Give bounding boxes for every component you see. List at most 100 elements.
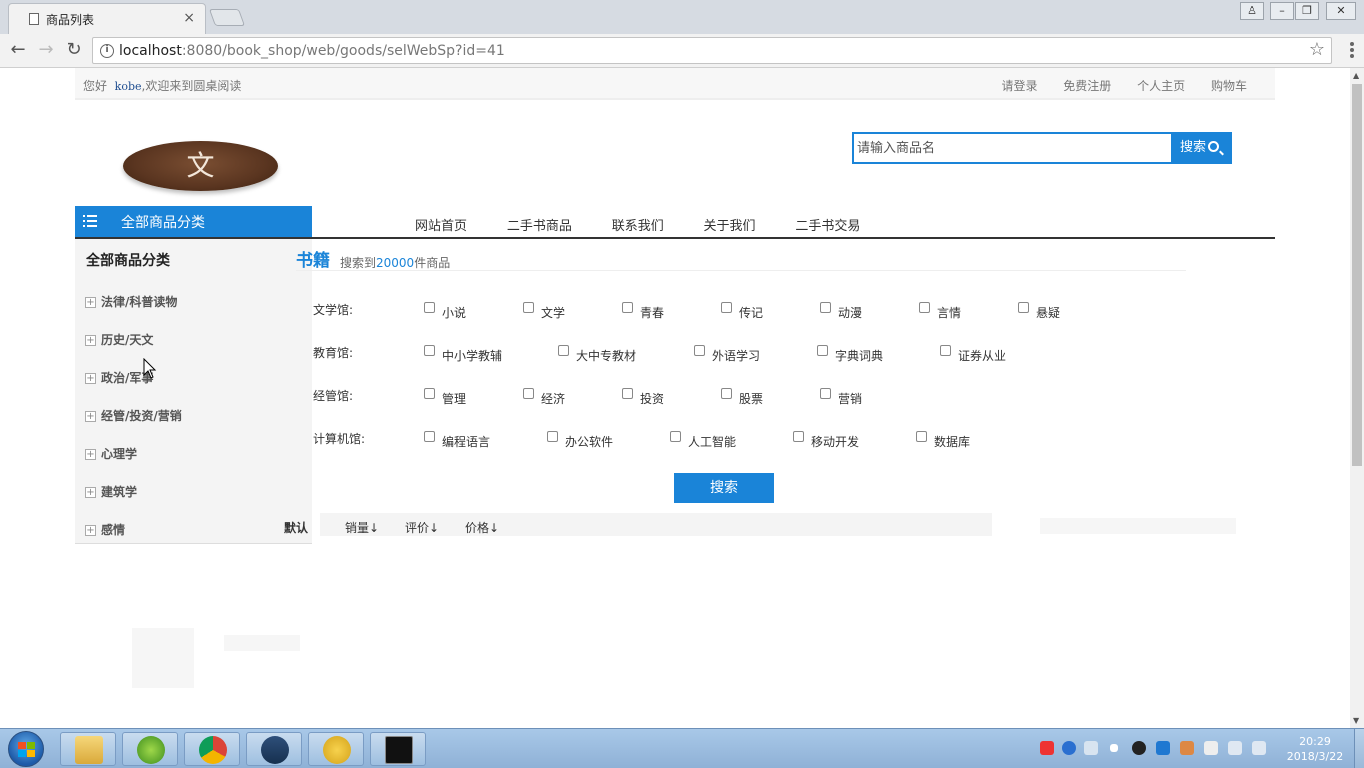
reload-icon[interactable]: ↻ (62, 39, 86, 60)
checkbox[interactable] (916, 431, 927, 442)
browser-menu-icon[interactable] (1350, 42, 1354, 60)
minimize-button[interactable]: – (1270, 2, 1294, 20)
nav-used-books[interactable]: 二手书商品 (507, 219, 572, 234)
nav-home[interactable]: 网站首页 (415, 219, 467, 234)
help-icon[interactable] (1062, 741, 1076, 755)
taskbar-app-yellow[interactable] (308, 732, 364, 766)
profile-icon[interactable]: ♙ (1240, 2, 1264, 20)
search-button[interactable]: 搜索 (1171, 132, 1232, 164)
filter-category-label: 计算机馆: (313, 432, 366, 446)
category-bar[interactable]: 全部商品分类 (75, 206, 312, 237)
url-text: localhost:8080/book_shop/web/goods/selWe… (119, 43, 505, 59)
taskbar-chrome[interactable] (184, 732, 240, 766)
taskbar-explorer[interactable] (60, 732, 116, 766)
checkbox[interactable] (820, 388, 831, 399)
device-icon[interactable] (1204, 741, 1218, 755)
checkbox[interactable] (940, 345, 951, 356)
clock-time: 20:29 (1299, 735, 1331, 748)
tab-title: 商品列表 (46, 13, 95, 27)
ime-icon[interactable] (1040, 741, 1054, 755)
filter-option-label: 字典词典 (835, 349, 884, 363)
nav-contact[interactable]: 联系我们 (612, 219, 664, 234)
scroll-down-icon[interactable]: ▼ (1353, 716, 1359, 725)
checkbox[interactable] (523, 302, 534, 313)
checkbox[interactable] (424, 388, 435, 399)
show-hidden-icons[interactable] (1110, 744, 1118, 752)
checkbox[interactable] (721, 388, 732, 399)
taskbar-cmd[interactable] (370, 732, 426, 766)
checkbox[interactable] (622, 302, 633, 313)
taskbar-app-green[interactable] (122, 732, 178, 766)
cart-link[interactable]: 购物车 (1211, 79, 1247, 93)
checkbox[interactable] (558, 345, 569, 356)
volume-icon[interactable] (1252, 741, 1266, 755)
vertical-scrollbar[interactable]: ▲ ▼ (1350, 68, 1364, 728)
filter-option-label: 编程语言 (442, 435, 491, 449)
close-window-button[interactable]: ✕ (1326, 2, 1356, 20)
checkbox[interactable] (694, 345, 705, 356)
checkbox[interactable] (424, 302, 435, 313)
list-icon (83, 215, 97, 230)
checkbox[interactable] (721, 302, 732, 313)
windows-taskbar: 20:29 2018/3/22 (0, 728, 1364, 768)
checkbox[interactable] (622, 388, 633, 399)
address-bar[interactable]: i localhost:8080/book_shop/web/goods/sel… (92, 37, 1332, 64)
back-icon[interactable]: ← (6, 39, 30, 60)
scroll-up-icon[interactable]: ▲ (1353, 71, 1359, 80)
greeting-suffix: ,欢迎来到圆桌阅读 (141, 79, 242, 93)
count-number: 20000 (376, 256, 415, 270)
nav-trade[interactable]: 二手书交易 (795, 219, 860, 234)
page-viewport: 您好 kobe,欢迎来到圆桌阅读 请登录 免费注册 个人主页 购物车 文 搜索 … (0, 68, 1350, 728)
browser-tab-active[interactable]: 商品列表 × (8, 3, 206, 34)
search-input[interactable] (852, 132, 1171, 164)
register-link[interactable]: 免费注册 (1063, 79, 1111, 93)
filter-option-label: 办公软件 (565, 435, 614, 449)
checkbox[interactable] (1018, 302, 1029, 313)
checkbox[interactable] (670, 431, 681, 442)
shield-icon[interactable] (1156, 741, 1170, 755)
checkbox[interactable] (919, 302, 930, 313)
ghost-artifact (1040, 518, 1236, 534)
filter-search-button[interactable]: 搜索 (674, 473, 774, 503)
site-logo[interactable]: 文 (123, 141, 278, 191)
info-icon[interactable]: i (100, 44, 114, 58)
logo-glyph: 文 (186, 149, 215, 182)
checkbox[interactable] (793, 431, 804, 442)
filter-option-label: 移动开发 (811, 435, 860, 449)
expand-icon: + (85, 373, 96, 384)
sort-by-rating[interactable]: 评价↓ (405, 519, 439, 536)
maximize-button[interactable]: ❐ (1295, 2, 1319, 20)
keyboard-icon[interactable] (1084, 741, 1098, 755)
flag-icon[interactable] (1180, 741, 1194, 755)
sort-default[interactable]: 默认 (284, 519, 308, 536)
filter-option-label: 传记 (739, 306, 764, 320)
sort-by-sales[interactable]: 销量↓ (345, 519, 379, 536)
forward-icon[interactable]: → (34, 39, 58, 60)
scrollbar-thumb[interactable] (1352, 84, 1362, 466)
start-button[interactable] (8, 731, 44, 767)
tab-close-icon[interactable]: × (183, 10, 195, 26)
filter-option-label: 言情 (937, 306, 962, 320)
show-desktop-button[interactable] (1354, 729, 1364, 768)
login-link[interactable]: 请登录 (1001, 79, 1037, 93)
profile-link[interactable]: 个人主页 (1137, 79, 1185, 93)
checkbox[interactable] (424, 345, 435, 356)
checkbox[interactable] (424, 431, 435, 442)
clock[interactable]: 20:29 2018/3/22 (1280, 734, 1350, 764)
ghost-artifact (224, 635, 300, 651)
checkbox[interactable] (547, 431, 558, 442)
checkbox[interactable] (820, 302, 831, 313)
taskbar-ide[interactable] (246, 732, 302, 766)
qq-icon[interactable] (1132, 741, 1146, 755)
search-box: 搜索 (852, 132, 1232, 164)
bookmark-star-icon[interactable]: ☆ (1309, 39, 1325, 60)
filter-category-label: 教育馆: (313, 346, 354, 360)
network-icon[interactable] (1228, 741, 1242, 755)
sort-by-price[interactable]: 价格↓ (465, 519, 499, 536)
nav-about[interactable]: 关于我们 (704, 219, 756, 234)
username: kobe (114, 80, 142, 93)
checkbox[interactable] (817, 345, 828, 356)
filter-option-label: 证券从业 (958, 349, 1007, 363)
checkbox[interactable] (523, 388, 534, 399)
new-tab-button[interactable] (208, 9, 246, 26)
